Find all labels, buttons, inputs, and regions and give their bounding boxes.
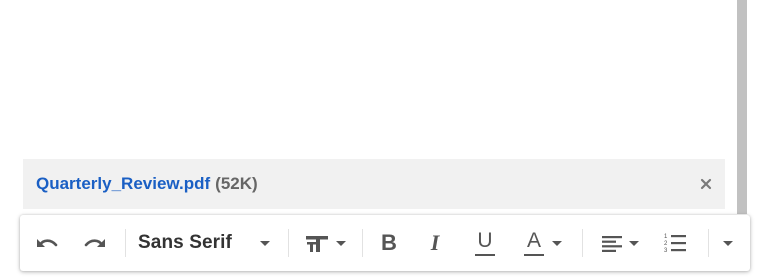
font-family-select[interactable]: Sans Serif: [132, 227, 284, 259]
formatting-toolbar: Sans Serif B I U A 1 2 3: [20, 215, 750, 271]
underline-button[interactable]: U: [470, 227, 500, 259]
chevron-down-icon: [552, 240, 562, 246]
undo-icon: [34, 233, 60, 253]
undo-button[interactable]: [32, 227, 62, 259]
scrollbar-thumb[interactable]: [737, 0, 747, 214]
compose-window: Quarterly_Review.pdf (52K) Sans Serif B …: [0, 0, 768, 279]
underline-bar: [475, 253, 495, 256]
text-color-label: A: [526, 228, 541, 252]
svg-text:2: 2: [664, 241, 668, 247]
more-formatting-button[interactable]: [717, 227, 739, 259]
text-color-button[interactable]: A: [517, 227, 569, 259]
numbered-list-button[interactable]: 1 2 3: [660, 227, 690, 259]
svg-text:3: 3: [664, 248, 668, 254]
toolbar-divider: [708, 229, 709, 257]
underline-label: U: [477, 228, 493, 252]
toolbar-divider: [125, 229, 126, 257]
numbered-list-icon: 1 2 3: [663, 232, 687, 254]
align-left-icon: [601, 234, 623, 252]
italic-label: I: [430, 230, 440, 255]
redo-icon: [82, 233, 108, 253]
font-size-button[interactable]: [298, 227, 352, 259]
redo-button[interactable]: [80, 227, 110, 259]
attachment-chip[interactable]: Quarterly_Review.pdf (52K): [23, 159, 725, 209]
toolbar-divider: [362, 229, 363, 257]
text-color-bar: [524, 253, 544, 256]
bold-label: B: [381, 230, 397, 255]
toolbar-divider: [288, 229, 289, 257]
close-icon[interactable]: [696, 173, 716, 195]
font-family-value: Sans Serif: [138, 232, 232, 253]
chevron-down-icon: [723, 240, 733, 246]
bold-button[interactable]: B: [375, 227, 403, 259]
attachment-filename[interactable]: Quarterly_Review.pdf: [36, 174, 210, 194]
toolbar-divider: [582, 229, 583, 257]
svg-text:1: 1: [664, 234, 668, 240]
text-color-icon: A: [524, 228, 544, 256]
chevron-down-icon: [629, 240, 639, 246]
italic-button[interactable]: I: [421, 227, 449, 259]
align-button[interactable]: [594, 227, 646, 259]
chevron-down-icon: [336, 240, 346, 246]
font-size-icon: [304, 232, 330, 254]
attachment-size: (52K): [215, 174, 258, 193]
chevron-down-icon: [259, 240, 270, 246]
